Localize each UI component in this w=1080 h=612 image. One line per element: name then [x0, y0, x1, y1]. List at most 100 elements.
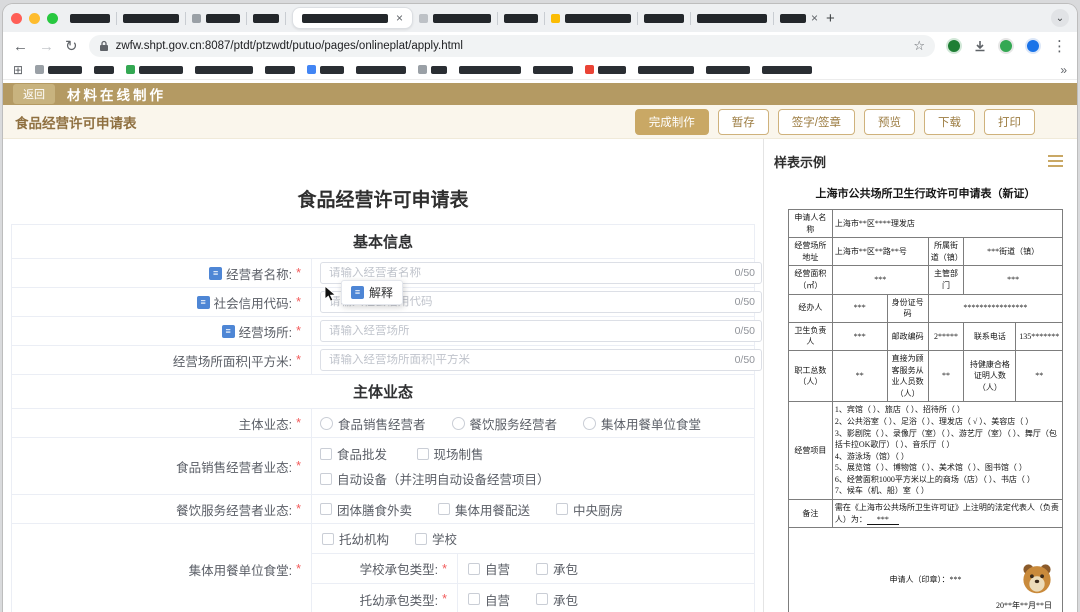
redacted-tab[interactable]: [70, 14, 110, 23]
minimize-window-button[interactable]: [29, 13, 40, 24]
operator-name-input[interactable]: [321, 267, 761, 279]
download-icon[interactable]: [973, 39, 987, 53]
redacted-bookmark[interactable]: [533, 66, 573, 74]
reload-icon[interactable]: ↻: [65, 39, 78, 54]
checkbox-nursery-self-run[interactable]: 自营: [468, 590, 510, 609]
tab-search-chevron-icon[interactable]: ⌄: [1051, 9, 1069, 27]
checkbox-central-kitchen[interactable]: 中央厨房: [556, 500, 623, 519]
mouse-cursor: [324, 285, 337, 303]
tab-separator: [773, 12, 774, 25]
active-tab[interactable]: ×: [292, 7, 413, 29]
tab-separator: [185, 12, 186, 25]
checkbox-vending-machine[interactable]: 自动设备（并注明自动设备经营项目）: [320, 469, 550, 488]
school-contract-row: 学校承包类型: * 自营 承包: [312, 554, 754, 584]
profile-avatar[interactable]: [998, 38, 1014, 54]
tab-separator: [544, 12, 545, 25]
option-label: 餐饮服务经营者: [470, 414, 558, 433]
redacted-bookmark[interactable]: [195, 66, 253, 74]
char-counter: 0/50: [735, 325, 755, 337]
checkbox-school[interactable]: 学校: [415, 529, 457, 548]
form-row-food-sale-type: 食品销售经营者业态: * 食品批发 现场制售 自动设备（并注明自动设备经营项目）: [12, 438, 754, 495]
redacted-tab[interactable]: ×: [780, 12, 818, 24]
close-tab-icon[interactable]: ×: [811, 12, 818, 24]
radio-food-seller[interactable]: 食品销售经营者: [320, 414, 426, 433]
save-draft-button[interactable]: 暂存: [718, 109, 769, 135]
tab-separator: [285, 12, 286, 25]
preview-button[interactable]: 预览: [864, 109, 915, 135]
radio-catering-service[interactable]: 餐饮服务经营者: [452, 414, 558, 433]
table-row: 经营项目 1、宾馆（ ）、旅店（ ）、招待所（ ） 2、公共浴室（ ）、足浴（ …: [789, 402, 1063, 500]
redacted-tab[interactable]: [192, 14, 240, 23]
label-text: 学校承包类型:: [360, 559, 438, 578]
redacted-tab[interactable]: [253, 14, 279, 23]
sample-panel: 样表示例 上海市公共场所卫生行政许可申请表（新证） 申请人名称 上海市**区**…: [763, 139, 1077, 612]
field-label: 食品销售经营者业态: *: [12, 438, 312, 494]
required-asterisk: *: [296, 562, 301, 576]
site-info-lock-icon[interactable]: [99, 40, 109, 52]
redacted-bookmark[interactable]: [35, 65, 82, 74]
extension-icon[interactable]: [946, 38, 962, 54]
redacted-bookmark[interactable]: [762, 66, 812, 74]
download-button[interactable]: 下载: [924, 109, 975, 135]
checkbox-onsite-making[interactable]: 现场制售: [417, 444, 484, 463]
explain-icon[interactable]: ≡: [222, 325, 235, 338]
redacted-bookmark[interactable]: [706, 66, 750, 74]
account-badge-icon[interactable]: [1025, 38, 1041, 54]
redacted-tab[interactable]: [504, 14, 538, 23]
bookmarks-overflow-icon[interactable]: »: [1060, 63, 1067, 77]
checkbox-group-meal-delivery[interactable]: 集体用餐配送: [438, 500, 530, 519]
redacted-bookmark[interactable]: [307, 65, 344, 74]
sign-seal-button[interactable]: 签字/签章: [778, 109, 855, 135]
sample-panel-title: 样表示例: [774, 152, 826, 171]
back-button[interactable]: 返回: [13, 84, 55, 104]
forward-nav-icon[interactable]: →: [39, 39, 54, 54]
area-input[interactable]: [321, 354, 761, 366]
redacted-bookmark[interactable]: [638, 66, 694, 74]
premises-input-wrap: 0/50: [320, 320, 762, 342]
redacted-bookmark[interactable]: [418, 65, 447, 74]
redacted-bookmark[interactable]: [585, 65, 626, 74]
required-asterisk: *: [296, 266, 301, 280]
redacted-bookmark[interactable]: [126, 65, 183, 74]
url-bar[interactable]: zwfw.shpt.gov.cn:8087/ptdt/ptzwdt/putuo/…: [89, 35, 935, 57]
form-row-canteen: 集体用餐单位食堂: * 托幼机构 学校 学校承包类型:: [12, 524, 754, 612]
checkbox-school-contracted[interactable]: 承包: [536, 559, 578, 578]
close-window-button[interactable]: [11, 13, 22, 24]
label-text: 托幼承包类型:: [360, 590, 438, 609]
apps-grid-icon[interactable]: ⊞: [13, 63, 23, 77]
premises-input[interactable]: [321, 325, 761, 337]
menu-icon[interactable]: [1044, 151, 1067, 171]
checkbox-nursery[interactable]: 托幼机构: [322, 529, 389, 548]
redacted-bookmark[interactable]: [265, 66, 295, 74]
kebab-menu-icon[interactable]: ⋮: [1052, 39, 1067, 54]
redacted-tab[interactable]: [644, 14, 684, 23]
close-tab-icon[interactable]: ×: [396, 12, 403, 24]
explain-icon[interactable]: ≡: [209, 267, 222, 280]
bookmark-star-icon[interactable]: ☆: [913, 38, 925, 54]
explain-icon[interactable]: ≡: [197, 296, 210, 309]
label-text: 经营场所面积|平方米:: [173, 351, 292, 370]
redacted-tab[interactable]: [697, 14, 767, 23]
checkbox-icon: [415, 533, 427, 545]
option-label: 中央厨房: [573, 500, 623, 519]
toolbar-buttons: 完成制作 暂存 签字/签章 预览 下载 打印: [635, 109, 1035, 135]
checkbox-group-meal-takeout[interactable]: 团体膳食外卖: [320, 500, 412, 519]
radio-canteen[interactable]: 集体用餐单位食堂: [583, 414, 701, 433]
complete-button[interactable]: 完成制作: [635, 109, 709, 135]
redacted-tab[interactable]: [123, 14, 179, 23]
redacted-tab[interactable]: [551, 14, 631, 23]
new-tab-button[interactable]: +: [826, 10, 835, 27]
checkbox-wholesale[interactable]: 食品批发: [320, 444, 387, 463]
zoom-window-button[interactable]: [47, 13, 58, 24]
redacted-bookmark[interactable]: [94, 66, 114, 74]
redacted-bookmark[interactable]: [356, 66, 406, 74]
checkbox-school-self-run[interactable]: 自营: [468, 559, 510, 578]
option-label: 团体膳食外卖: [337, 500, 412, 519]
redacted-tab[interactable]: [419, 14, 491, 23]
redacted-bookmark[interactable]: [459, 66, 521, 74]
checkbox-nursery-contracted[interactable]: 承包: [536, 590, 578, 609]
bookmarks-bar: ⊞ »: [3, 60, 1077, 80]
back-nav-icon[interactable]: ←: [13, 39, 28, 54]
print-button[interactable]: 打印: [984, 109, 1035, 135]
label-text: 经营者名称:: [226, 264, 292, 283]
